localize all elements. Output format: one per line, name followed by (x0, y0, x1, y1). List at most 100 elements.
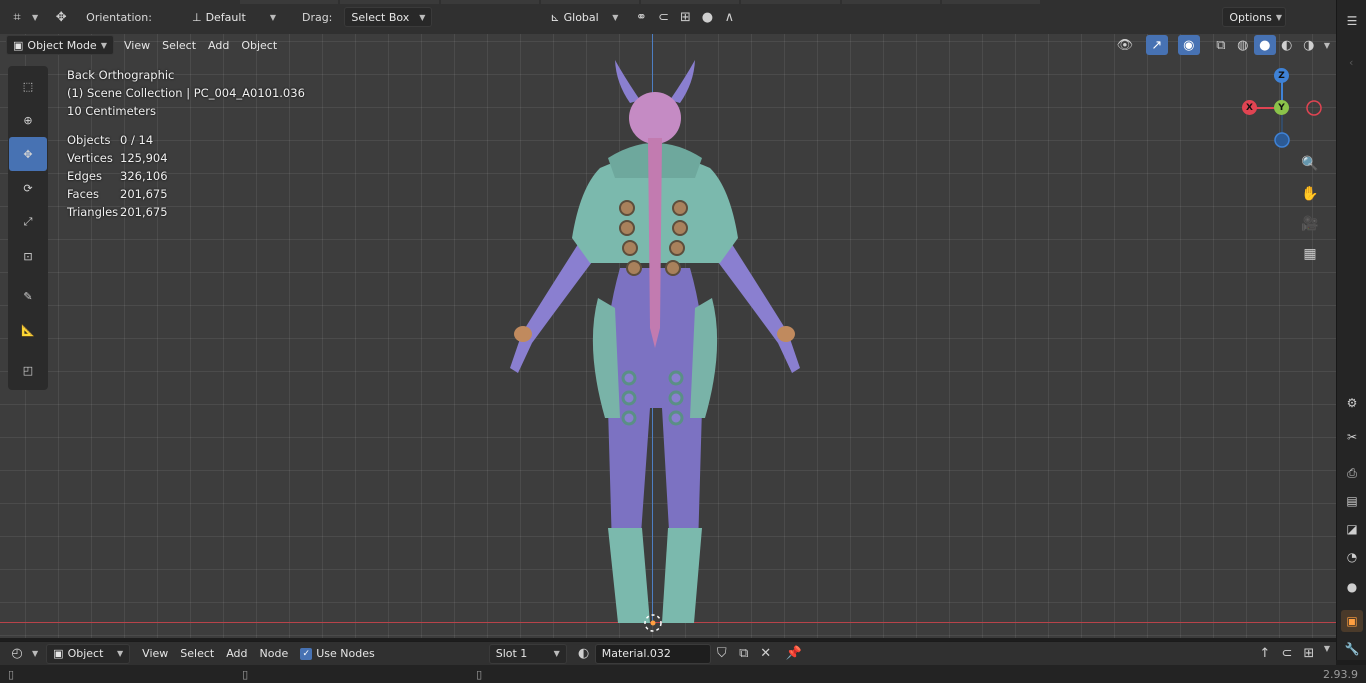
menu-select[interactable]: Select (174, 644, 220, 664)
slot-value: Slot 1 (495, 647, 528, 660)
stat-value: 0 / 14 (120, 133, 154, 147)
mouse-right-icon: ▯ (476, 667, 483, 681)
snap-icon[interactable]: ⊂ (1276, 644, 1298, 664)
drag-dropdown[interactable]: Select Box ▼ (344, 7, 433, 27)
render-properties-icon[interactable]: ✂ (1341, 426, 1363, 448)
menu-view[interactable]: View (136, 644, 174, 664)
toolbar: ⬚ ⊕ ✥ ⟳ ⤢ ⊡ ✎ 📐 ◰ (8, 66, 48, 390)
chevron-down-icon: ▼ (1275, 12, 1282, 22)
transform-icon[interactable]: ⊡ (9, 239, 47, 273)
wireframe-shading-icon[interactable]: ◍ (1232, 35, 1254, 55)
menu-add[interactable]: Add (220, 644, 253, 664)
move-tool-icon[interactable]: ✥ (50, 7, 72, 27)
tool-properties-icon[interactable]: ⚙ (1341, 392, 1363, 414)
transform-orientation-dropdown[interactable]: ⊾ Global ▼ (544, 7, 624, 27)
use-nodes-toggle[interactable]: ✓ Use Nodes (294, 644, 381, 664)
material-sphere-icon[interactable]: ◐ (573, 644, 595, 664)
chevron-down-icon: ▼ (100, 40, 107, 50)
chevron-down-icon[interactable]: ▼ (1324, 644, 1330, 664)
orientation-value: Default (205, 10, 246, 24)
add-cube-icon[interactable]: ◰ (9, 353, 47, 387)
fake-user-shield-icon[interactable]: ⛉ (711, 644, 733, 664)
gizmo-z-axis[interactable]: Z (1274, 68, 1289, 83)
view-layer-icon[interactable]: ▤ (1341, 490, 1363, 512)
grid-scale: 10 Centimeters (67, 104, 156, 118)
chevron-down-icon[interactable]: ▼ (32, 649, 38, 658)
object-properties-icon[interactable]: ▣ (1341, 610, 1363, 632)
object-icon: ▣ (53, 647, 64, 660)
menu-add[interactable]: Add (202, 35, 235, 55)
annotate-icon[interactable]: ✎ (9, 279, 47, 313)
gizmo-toggle-icon[interactable]: ↗ (1145, 35, 1168, 55)
checkbox-icon: ✓ (300, 647, 313, 660)
xray-icon[interactable]: ⧉ (1210, 35, 1232, 55)
chevron-down-icon: ▼ (612, 12, 619, 22)
use-nodes-label: Use Nodes (316, 647, 375, 660)
stat-label: Objects (67, 133, 111, 147)
drag-value: Select Box (351, 10, 410, 24)
orientation-dropdown[interactable]: ⊥ Default ▼ (186, 7, 282, 27)
proportional-edit-icon[interactable]: ● (696, 7, 718, 27)
menu-view[interactable]: View (118, 35, 156, 55)
chevron-down-icon[interactable]: ▼ (32, 13, 38, 22)
material-shading-icon[interactable]: ◐ (1276, 35, 1298, 55)
pivot-point-icon[interactable]: ⚭ (630, 7, 652, 27)
scale-icon[interactable]: ⤢ (9, 205, 47, 239)
modifier-wrench-icon[interactable]: 🔧 (1341, 638, 1363, 660)
stat-value: 125,904 (120, 151, 168, 165)
editor-type-icon[interactable]: ◴ (6, 644, 28, 664)
visibility-eye-icon[interactable]: 👁 (1114, 35, 1136, 55)
snap-target-icon[interactable]: ⊞ (674, 7, 696, 27)
snap-icon[interactable]: ⊂ (652, 7, 674, 27)
tool-settings-header: ⌗ ▼ ✥ Orientation: ⊥ Default ▼ Drag: Sele… (0, 0, 1366, 34)
scene-statistics: Objects 0 / 14 Vertices 125,904 Edges 326,1… (67, 131, 305, 221)
stat-row: Objects 0 / 14 (67, 131, 305, 149)
solid-shading-icon[interactable]: ● (1253, 35, 1276, 55)
world-icon[interactable]: ● (1341, 576, 1363, 598)
3d-cursor-icon[interactable] (642, 612, 664, 634)
outliner-icon[interactable]: ☰ (1341, 10, 1363, 32)
overlays-toggle-icon[interactable]: ◉ (1177, 35, 1200, 55)
global-axes-icon: ⊾ (550, 10, 560, 24)
navigation-gizmo[interactable]: Z X Y (1236, 66, 1326, 150)
camera-icon[interactable]: 🎥 (1298, 212, 1322, 236)
select-box-icon[interactable]: ⬚ (9, 69, 47, 103)
stat-label: Edges (67, 169, 102, 183)
rotate-icon[interactable]: ⟳ (9, 171, 47, 205)
menu-select[interactable]: Select (156, 35, 202, 55)
output-properties-icon[interactable]: ⎙ (1341, 462, 1363, 484)
parent-node-tree-icon[interactable]: ↑ (1254, 644, 1276, 664)
stat-row: Faces 201,675 (67, 185, 305, 203)
mouse-left-icon: ▯ (8, 667, 15, 681)
snap-target-icon[interactable]: ⊞ (1298, 644, 1320, 664)
workspace-tabs-strip (240, 0, 1040, 4)
measure-icon[interactable]: 📐 (9, 313, 47, 347)
editor-type-icon[interactable]: ⌗ (6, 7, 28, 27)
menu-object[interactable]: Object (235, 35, 283, 55)
chevron-down-icon[interactable]: ▼ (1324, 41, 1330, 50)
grid-icon[interactable]: ▦ (1298, 242, 1322, 266)
rendered-shading-icon[interactable]: ◑ (1298, 35, 1320, 55)
material-name-field[interactable]: Material.032 (594, 643, 711, 664)
shader-type-dropdown[interactable]: ▣ Object ▼ (46, 643, 131, 664)
character-model[interactable] (490, 48, 820, 638)
object-mode-icon: ▣ (13, 38, 24, 52)
falloff-curve-icon[interactable]: ∧ (718, 7, 740, 27)
gizmo-y-axis[interactable]: Y (1274, 100, 1289, 115)
scene-properties-icon[interactable]: ◪ (1341, 518, 1363, 540)
shader-editor-header: ◴ ▼ ▣ Object ▼ View Select Add Node ✓ Use… (0, 641, 1336, 665)
menu-node[interactable]: Node (254, 644, 295, 664)
pin-icon[interactable]: 📌 (783, 644, 805, 664)
mode-dropdown[interactable]: ▣ Object Mode ▼ (6, 35, 114, 55)
sidebar-handle-icon[interactable]: ‹ (1349, 56, 1353, 69)
gizmo-x-axis[interactable]: X (1242, 100, 1257, 115)
world-properties-icon[interactable]: ◔ (1341, 546, 1363, 568)
cursor-icon[interactable]: ⊕ (9, 103, 47, 137)
slot-dropdown[interactable]: Slot 1 ▼ (488, 643, 567, 664)
pan-hand-icon[interactable]: ✋ (1298, 182, 1322, 206)
duplicate-material-icon[interactable]: ⧉ (733, 644, 755, 664)
options-dropdown[interactable]: Options ▼ (1222, 7, 1287, 27)
unlink-close-icon[interactable]: ✕ (755, 644, 777, 664)
zoom-icon[interactable]: 🔍 (1298, 152, 1322, 176)
move-icon[interactable]: ✥ (9, 137, 47, 171)
